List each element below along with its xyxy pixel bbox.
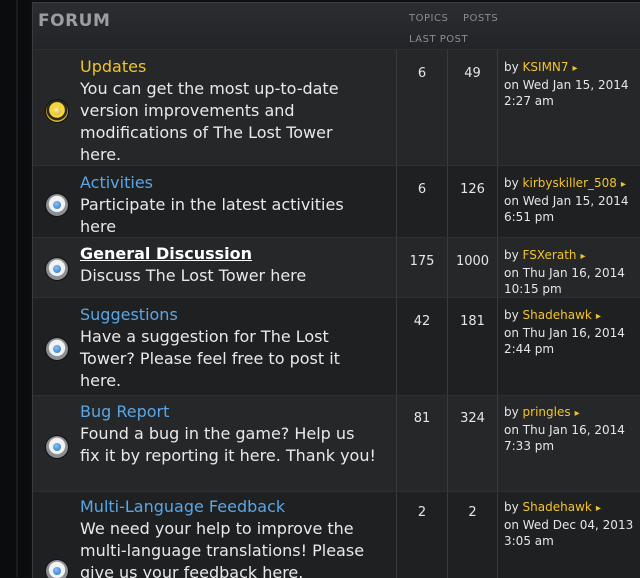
arrow-right-icon[interactable]: ▸: [573, 63, 578, 74]
forum-row-bug-report: Bug Report Found a bug in the game? Help…: [33, 395, 640, 493]
topics-count: 6: [417, 182, 427, 197]
last-post-column-header: LAST POST: [409, 34, 469, 45]
column-divider: [497, 492, 498, 578]
posts-column-header: POSTS: [463, 13, 499, 24]
arrow-right-icon[interactable]: ▸: [596, 311, 601, 322]
last-post-info: by Shadehawk ▸ on Wed Dec 04, 2013 3:05 a…: [504, 499, 633, 549]
forum-read-icon: [46, 560, 68, 578]
forum-header: FORUM TOPICS POSTS LAST POST: [33, 3, 640, 50]
last-post-info: by pringles ▸ on Thu Jan 16, 2014 7:33 pm: [504, 404, 625, 454]
last-post-user[interactable]: pringles: [523, 405, 571, 419]
posts-count: 49: [464, 66, 481, 81]
column-divider: [497, 298, 498, 396]
forum-description: Discuss The Lost Tower here: [80, 266, 307, 285]
left-gutter: [0, 0, 30, 577]
arrow-right-icon[interactable]: ▸: [596, 503, 601, 514]
last-post-date: on Wed Jan 15, 2014: [504, 194, 629, 208]
last-post-time: 6:51 pm: [504, 210, 555, 224]
last-post-time: 10:15 pm: [504, 282, 562, 296]
last-post-user[interactable]: FSXerath: [523, 248, 577, 262]
forum-row-suggestions: Suggestions Have a suggestion for The Lo…: [33, 297, 640, 397]
forum-link-bug-report[interactable]: Bug Report: [80, 402, 169, 421]
topics-count: 6: [417, 66, 427, 81]
topics-column-header: TOPICS: [409, 13, 449, 24]
forum-description: You can get the most up-to-date version …: [80, 79, 339, 164]
last-post-date: on Thu Jan 16, 2014: [504, 326, 625, 340]
last-post-info: by Shadehawk ▸ on Thu Jan 16, 2014 2:44 p…: [504, 307, 625, 357]
forum-row-updates: Updates You can get the most up-to-date …: [33, 49, 640, 167]
topics-count: 175: [409, 254, 435, 269]
forum-read-icon: [46, 194, 68, 216]
forum-row-general-discussion: General Discussion Discuss The Lost Towe…: [33, 237, 640, 299]
last-post-user[interactable]: kirbyskiller_508: [523, 176, 617, 190]
forum-row-multi-language-feedback: Multi-Language Feedback We need your hel…: [33, 491, 640, 578]
by-label: by: [504, 176, 519, 190]
forum-unread-icon: [46, 100, 68, 122]
posts-count: 324: [460, 411, 485, 426]
forum-description: Found a bug in the game? Help us fix it …: [80, 424, 376, 465]
last-post-info: by KSIMN7 ▸ on Wed Jan 15, 2014 2:27 am: [504, 59, 629, 109]
column-divider: [396, 166, 397, 238]
forum-link-activities[interactable]: Activities: [80, 173, 153, 192]
last-post-date: on Wed Dec 04, 2013: [504, 518, 634, 532]
topics-count: 42: [413, 314, 431, 329]
column-divider: [447, 166, 448, 238]
posts-count: 2: [468, 505, 477, 520]
column-divider: [497, 166, 498, 238]
last-post-user[interactable]: Shadehawk: [523, 308, 592, 322]
arrow-right-icon[interactable]: ▸: [581, 251, 586, 262]
posts-count: 1000: [455, 254, 490, 269]
forum-link-multi-language-feedback[interactable]: Multi-Language Feedback: [80, 497, 285, 516]
column-divider: [497, 50, 498, 166]
last-post-date: on Thu Jan 16, 2014: [504, 423, 625, 437]
last-post-time: 3:05 am: [504, 534, 554, 548]
forum-description: We need your help to improve the multi-l…: [80, 519, 365, 578]
by-label: by: [504, 308, 519, 322]
arrow-right-icon[interactable]: ▸: [575, 408, 580, 419]
by-label: by: [504, 248, 519, 262]
column-divider: [447, 298, 448, 396]
forum-read-icon: [46, 338, 68, 360]
last-post-date: on Thu Jan 16, 2014: [504, 266, 625, 280]
forum-link-suggestions[interactable]: Suggestions: [80, 305, 178, 324]
forum-read-icon: [46, 436, 68, 458]
last-post-info: by kirbyskiller_508 ▸ on Wed Jan 15, 2014…: [504, 175, 629, 225]
gutter-rail: [16, 0, 18, 577]
column-divider: [497, 396, 498, 492]
column-divider: [396, 298, 397, 396]
by-label: by: [504, 405, 519, 419]
forum-title: FORUM: [38, 11, 111, 31]
forum-row-activities: Activities Participate in the latest act…: [33, 165, 640, 239]
forum-link-general-discussion[interactable]: General Discussion: [80, 244, 252, 263]
forum-description: Have a suggestion for The Lost Tower? Pl…: [80, 327, 340, 390]
posts-count: 181: [460, 314, 485, 329]
by-label: by: [504, 500, 519, 514]
forum-panel: FORUM TOPICS POSTS LAST POST Updates You…: [32, 2, 640, 578]
topics-count: 2: [417, 505, 427, 520]
last-post-time: 2:44 pm: [504, 342, 555, 356]
last-post-time: 2:27 am: [504, 94, 554, 108]
by-label: by: [504, 60, 519, 74]
posts-count: 126: [460, 182, 485, 197]
last-post-date: on Wed Jan 15, 2014: [504, 78, 629, 92]
topics-count: 81: [413, 411, 431, 426]
last-post-info: by FSXerath ▸ on Thu Jan 16, 2014 10:15 p…: [504, 247, 625, 297]
forum-link-updates[interactable]: Updates: [80, 57, 146, 76]
forum-read-icon: [46, 258, 68, 280]
arrow-right-icon[interactable]: ▸: [621, 179, 626, 190]
forum-description: Participate in the latest activities her…: [80, 195, 344, 236]
column-divider: [497, 238, 498, 298]
last-post-user[interactable]: Shadehawk: [523, 500, 592, 514]
last-post-time: 7:33 pm: [504, 439, 555, 453]
last-post-user[interactable]: KSIMN7: [523, 60, 569, 74]
